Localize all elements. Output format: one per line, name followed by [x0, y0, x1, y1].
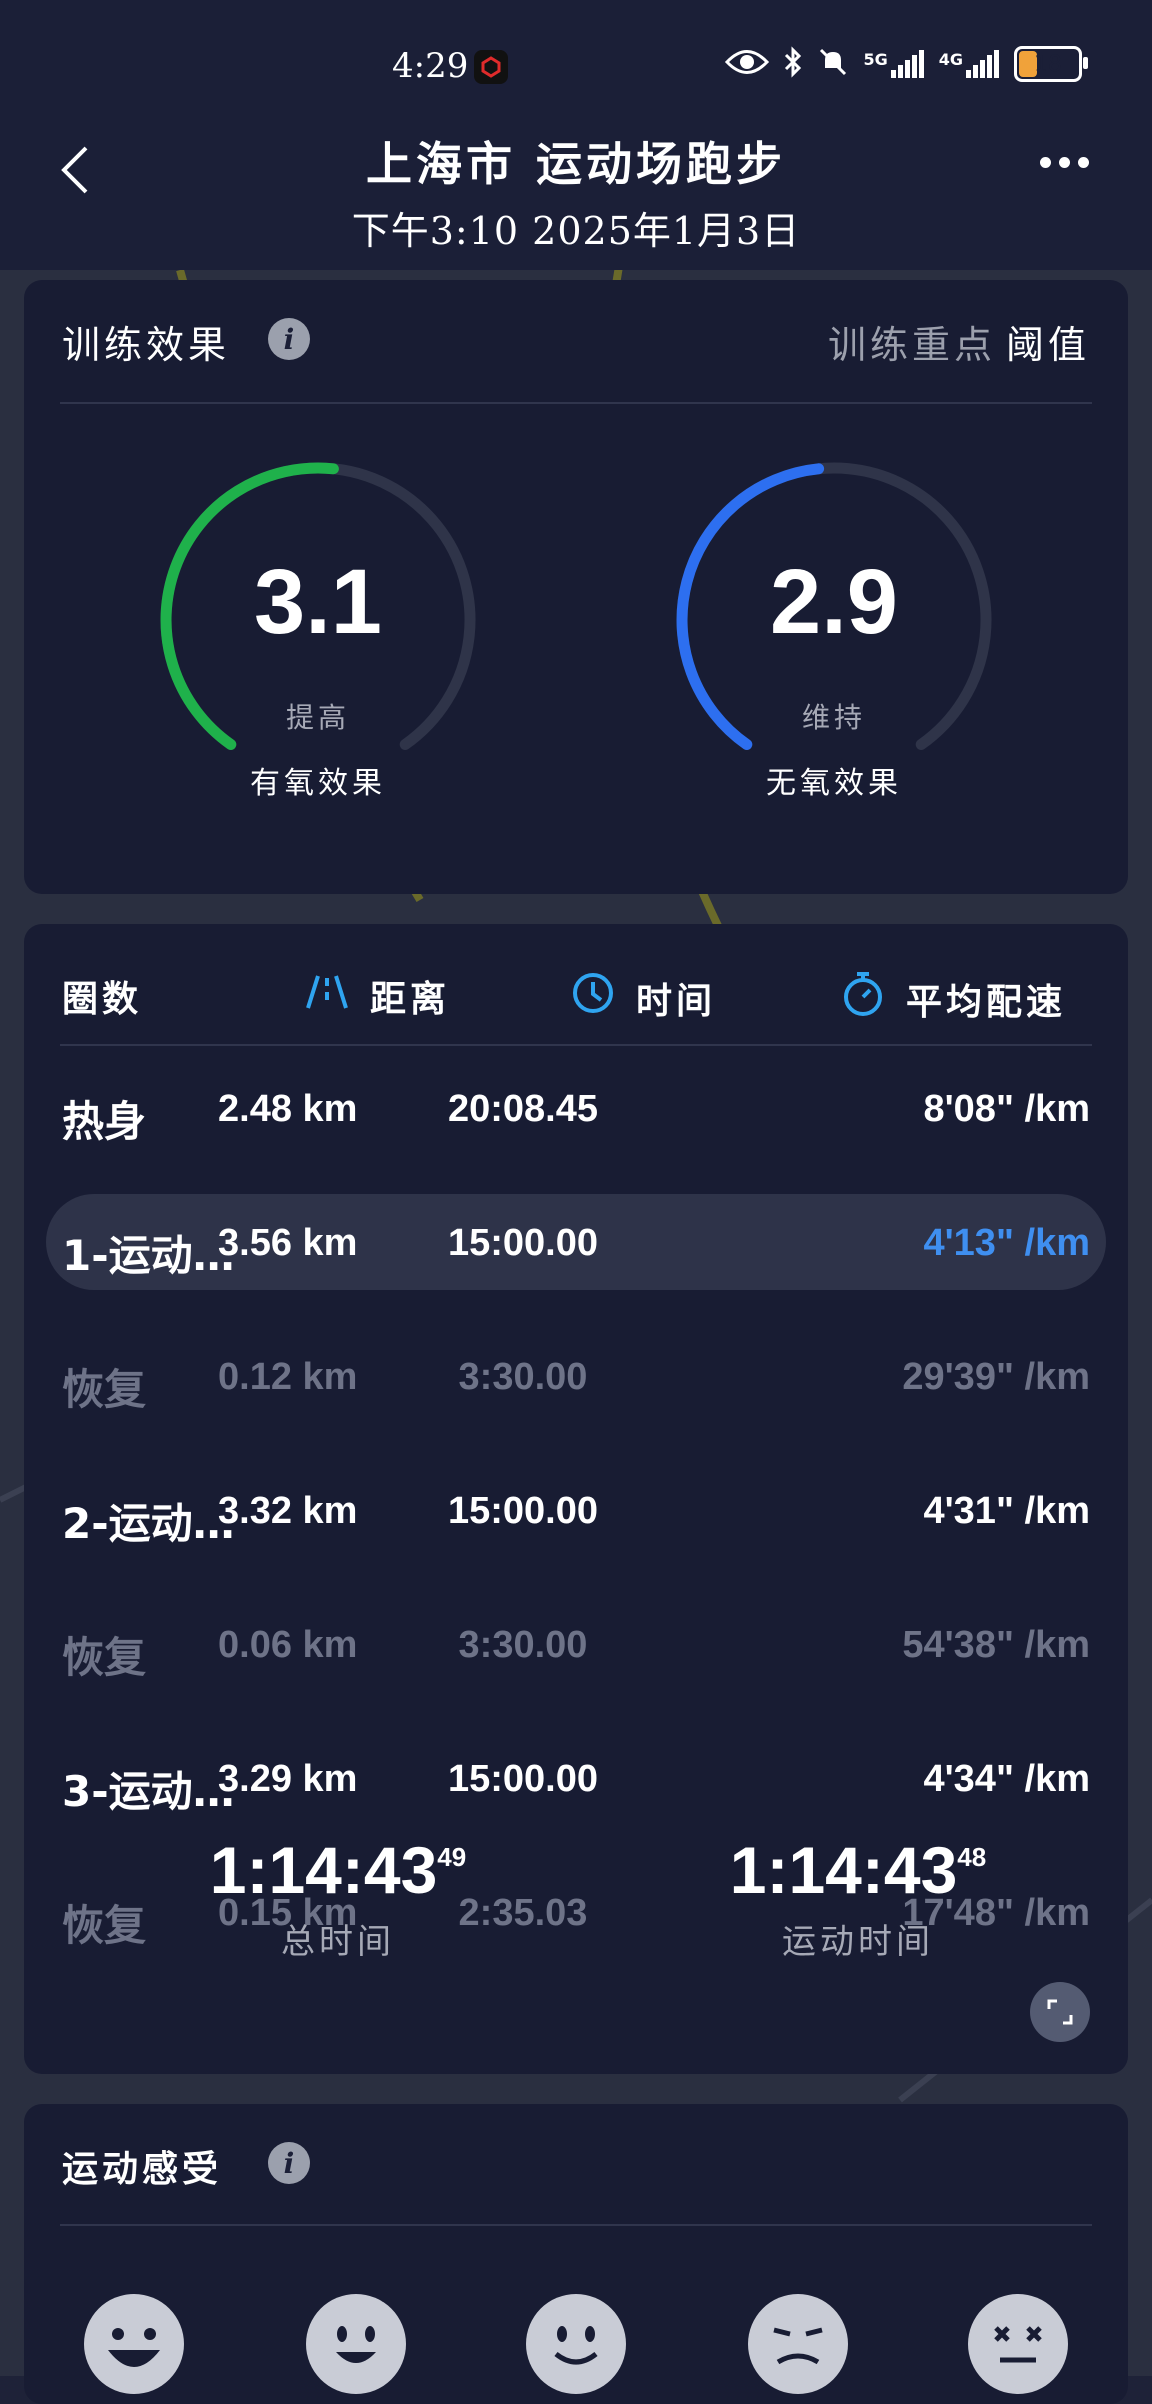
aerobic-value: 3.1	[254, 551, 382, 653]
header-distance-label: 距离	[370, 978, 451, 1020]
signal-5g-icon: 5G	[863, 50, 924, 78]
clock-icon	[570, 970, 616, 1025]
battery-level: 18	[1034, 51, 1062, 77]
expand-icon	[1047, 1999, 1073, 2025]
moving-time-label: 运动时间	[782, 1922, 934, 1962]
status-indicators: 5G 4G 18	[725, 46, 1088, 82]
face-tired-icon[interactable]	[748, 2294, 848, 2394]
lap-time: 20:08.45	[447, 1088, 598, 1130]
lap-name: 2-运动…	[62, 1499, 235, 1548]
page-title: 上海市 运动场跑步	[365, 137, 786, 191]
lap-distance: 0.06 km	[218, 1624, 358, 1666]
expand-button[interactable]	[1030, 1982, 1090, 2042]
lap-time: 3:30.00	[458, 1624, 588, 1666]
header-distance: 距离	[304, 970, 450, 1022]
lap-pace: 4'34" /km	[923, 1758, 1091, 1800]
lap-row[interactable]: 2-运动… 3.32 km 15:00.00 4'31" /km	[24, 1462, 1128, 1558]
info-icon[interactable]: i	[268, 2142, 310, 2184]
app-notification-icon	[474, 50, 508, 84]
total-time: 1:14:4349 总时间	[138, 1832, 538, 1963]
face-happy-icon[interactable]	[306, 2294, 406, 2394]
header-time-label: 时间	[636, 979, 717, 1022]
lap-name: 恢复	[62, 1633, 147, 1682]
header-pace: 平均配速	[840, 970, 1066, 1027]
mute-bell-icon	[817, 46, 849, 82]
feeling-card: 运动感受 i	[24, 2104, 1128, 2404]
lap-name: 恢复	[62, 1365, 147, 1414]
moving-time: 1:14:4348 运动时间	[658, 1832, 1058, 1963]
lap-pace: 4'31" /km	[923, 1490, 1091, 1532]
training-focus-label: 训练重点	[827, 323, 996, 367]
lap-distance: 0.12 km	[218, 1356, 358, 1398]
total-time-label: 总时间	[281, 1922, 395, 1962]
lap-name: 热身	[62, 1097, 147, 1146]
training-focus: 训练重点 阈值	[828, 314, 1090, 369]
lap-row[interactable]: 3-运动… 3.29 km 15:00.00 4'34" /km	[24, 1730, 1128, 1826]
anaerobic-value: 2.9	[770, 551, 898, 653]
lap-distance: 3.56 km	[218, 1222, 358, 1264]
battery-icon: 18	[1014, 46, 1088, 82]
divider	[60, 1044, 1092, 1046]
divider	[60, 402, 1092, 404]
training-focus-value: 阈值	[1005, 323, 1090, 367]
lap-name: 3-运动…	[62, 1767, 235, 1816]
lap-pace: 8'08" /km	[923, 1088, 1091, 1130]
info-icon[interactable]: i	[268, 318, 310, 360]
header-pace-label: 平均配速	[906, 980, 1067, 1023]
aerobic-label: 有氧效果	[250, 766, 386, 801]
laps-header: 圈数 距离 时间 平均配速	[24, 960, 1128, 1023]
more-options-button[interactable]	[1040, 150, 1092, 174]
lap-row[interactable]: 恢复 0.12 km 3:30.00 29'39" /km	[24, 1328, 1128, 1424]
signal-4g-icon: 4G	[939, 50, 1000, 78]
lap-distance: 3.29 km	[218, 1758, 358, 1800]
lap-pace: 54'38" /km	[902, 1624, 1090, 1666]
lap-distance: 2.48 km	[218, 1088, 358, 1130]
moving-time-value: 1:14:43	[729, 1833, 958, 1907]
training-effect-card: 训练效果 i 训练重点 阈值 3.1 提高 有氧效果 2.9 维持 无氧效果	[24, 280, 1128, 894]
lap-time: 3:30.00	[458, 1356, 588, 1398]
lap-time: 15:00.00	[447, 1758, 598, 1800]
feeling-title: 运动感受	[62, 2148, 223, 2190]
lap-pace: 4'13" /km	[923, 1222, 1091, 1264]
bluetooth-icon	[783, 46, 803, 82]
anaerobic-label: 无氧效果	[766, 766, 902, 801]
lap-row[interactable]: 恢复 0.06 km 3:30.00 54'38" /km	[24, 1596, 1128, 1692]
signal-5g-label: 5G	[863, 50, 888, 69]
aerobic-gauge: 3.1 提高 有氧效果	[148, 450, 488, 801]
divider	[60, 2224, 1092, 2226]
eye-icon	[725, 47, 770, 81]
header-lap-label: 圈数	[62, 978, 143, 1020]
status-time: 4:29	[392, 46, 469, 86]
total-time-value: 1:14:43	[209, 1833, 438, 1907]
lap-time: 15:00.00	[447, 1222, 598, 1264]
moving-time-fraction: 48	[957, 1842, 987, 1872]
lap-distance: 3.32 km	[218, 1490, 358, 1532]
lap-name: 恢复	[62, 1901, 147, 1950]
lap-name: 1-运动…	[62, 1231, 235, 1280]
lap-time: 15:00.00	[447, 1490, 598, 1532]
signal-4g-label: 4G	[938, 50, 963, 69]
laps-card: 圈数 距离 时间 平均配速 热身 2.48 km 20:08.45 8'08" /km…	[24, 924, 1128, 2074]
stopwatch-icon	[840, 970, 886, 1027]
header-bar: 4:29 5G 4G 18 上海市 运动场跑步 下午3:10 2025年1月3日	[0, 0, 1152, 270]
face-very-happy-icon[interactable]	[84, 2294, 184, 2394]
face-smile-icon[interactable]	[526, 2294, 626, 2394]
anaerobic-status: 维持	[801, 701, 866, 734]
lap-pace: 29'39" /km	[902, 1356, 1090, 1398]
lap-row[interactable]: 1-运动… 3.56 km 15:00.00 4'13" /km	[46, 1194, 1106, 1290]
header-time: 时间	[570, 970, 716, 1025]
page-subtitle: 下午3:10 2025年1月3日	[351, 209, 801, 253]
total-time-fraction: 49	[437, 1842, 467, 1872]
training-effect-title: 训练效果	[62, 323, 231, 367]
aerobic-status: 提高	[285, 701, 350, 734]
face-exhausted-icon[interactable]	[968, 2294, 1068, 2394]
anaerobic-gauge: 2.9 维持 无氧效果	[664, 450, 1004, 801]
road-icon	[304, 972, 350, 1021]
lap-row[interactable]: 热身 2.48 km 20:08.45 8'08" /km	[24, 1060, 1128, 1156]
header-lap: 圈数	[62, 970, 142, 1022]
